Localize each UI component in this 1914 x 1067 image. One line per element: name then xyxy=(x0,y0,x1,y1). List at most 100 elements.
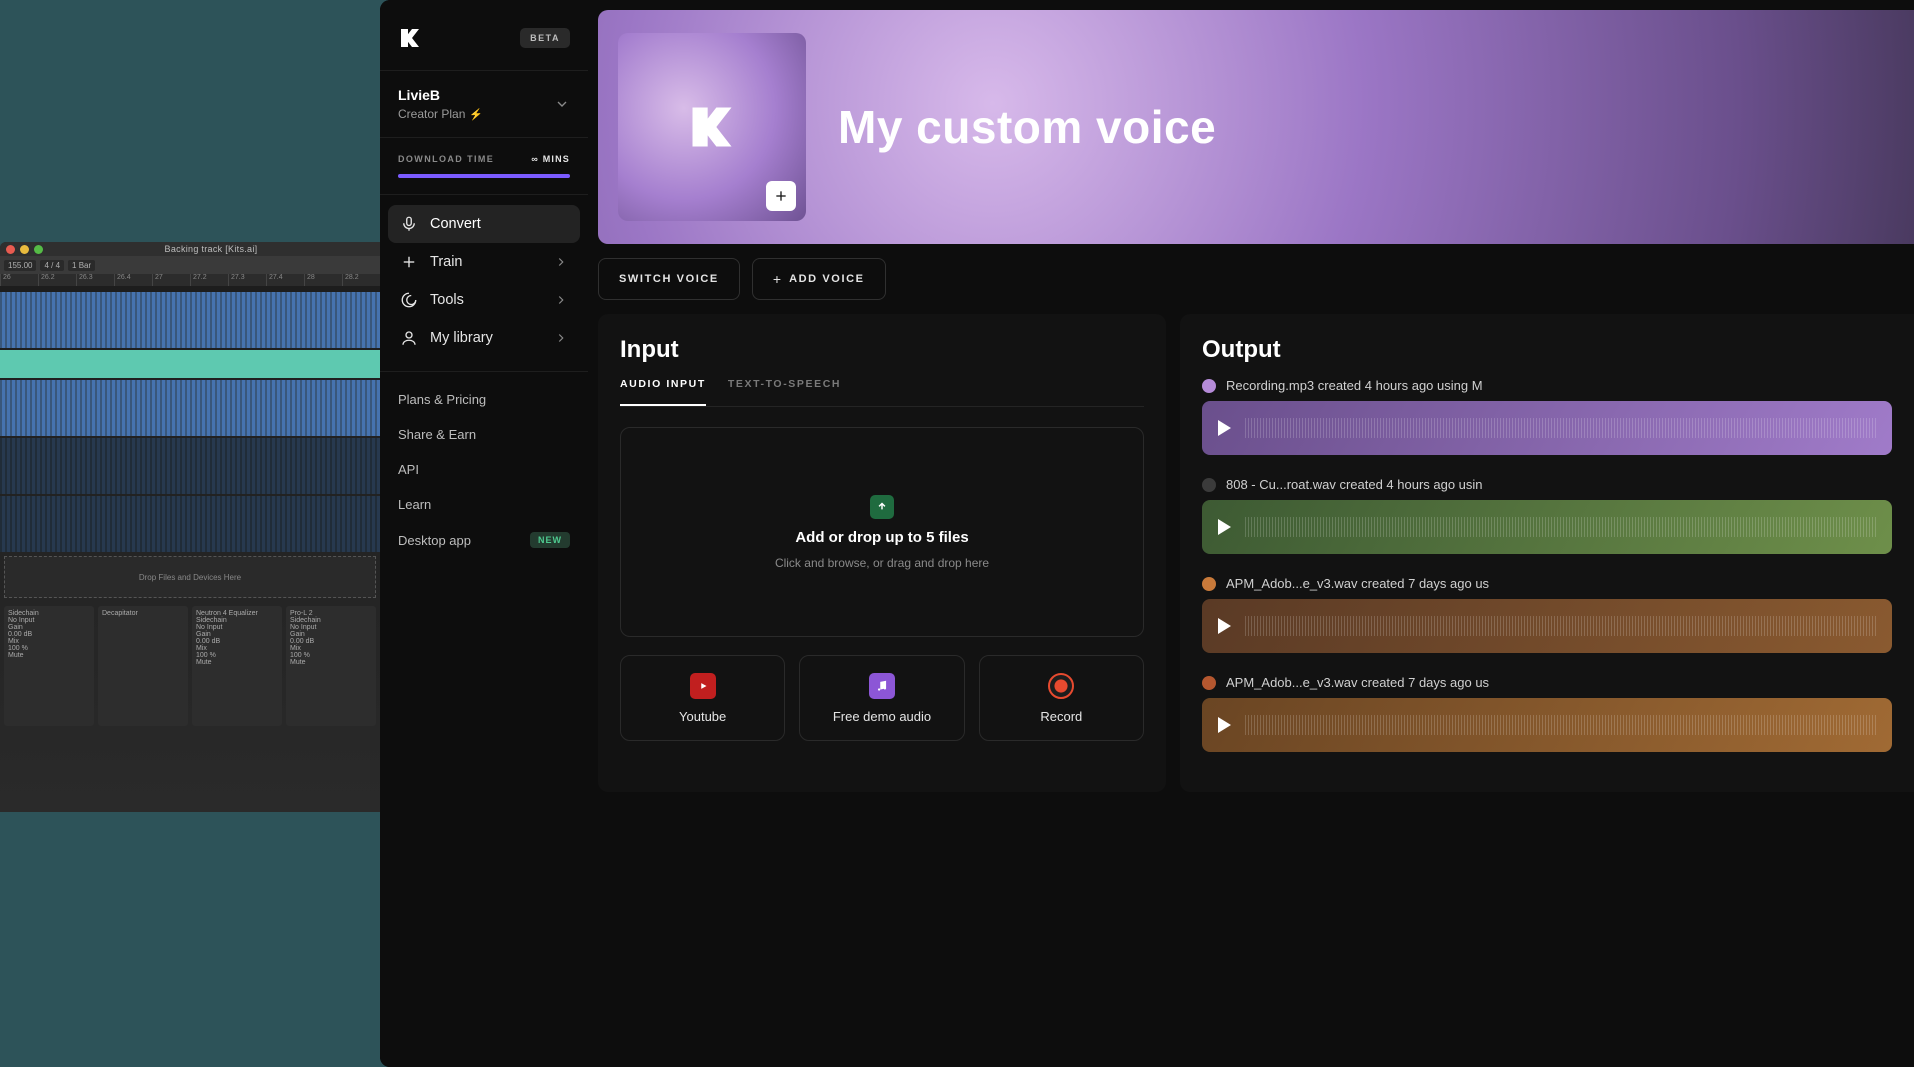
source-row: Youtube Free demo audio Record xyxy=(620,655,1144,741)
output-item-header: Recording.mp3 created 4 hours ago using … xyxy=(1202,378,1892,393)
output-panel: Output Recording.mp3 created 4 hours ago… xyxy=(1180,314,1914,792)
link-api[interactable]: API xyxy=(398,452,570,487)
source-label: Youtube xyxy=(679,709,726,724)
daw-tempo: 155.00 xyxy=(4,260,36,271)
nav-label: Convert xyxy=(430,216,481,232)
spiral-icon xyxy=(400,291,418,309)
voice-color-dot-icon xyxy=(1202,676,1216,690)
tab-text-to-speech[interactable]: TEXT-TO-SPEECH xyxy=(728,378,841,406)
add-voice-button[interactable]: + ADD VOICE xyxy=(752,258,886,300)
sidebar-header: BETA xyxy=(380,0,588,70)
nav-label: Tools xyxy=(430,292,464,308)
link-label: Learn xyxy=(398,497,431,512)
voice-logo-icon xyxy=(686,101,738,153)
source-youtube-button[interactable]: Youtube xyxy=(620,655,785,741)
user-switcher[interactable]: LivieB Creator Plan ⚡ xyxy=(398,87,570,121)
output-item-header: APM_Adob...e_v3.wav created 7 days ago u… xyxy=(1202,576,1892,591)
daw-track xyxy=(0,380,380,436)
file-dropzone[interactable]: Add or drop up to 5 files Click and brow… xyxy=(620,427,1144,637)
nav-item-train[interactable]: Train xyxy=(388,243,580,281)
daw-fx: SidechainNo InputGain0.00 dBMix100 %Mute xyxy=(4,606,94,726)
bolt-icon: ⚡ xyxy=(469,108,483,121)
source-demo-button[interactable]: Free demo audio xyxy=(799,655,964,741)
source-record-button[interactable]: Record xyxy=(979,655,1144,741)
voice-color-dot-icon xyxy=(1202,379,1216,393)
switch-voice-button[interactable]: SWITCH VOICE xyxy=(598,258,740,300)
plus-icon xyxy=(400,253,418,271)
voice-banner: My custom voice xyxy=(598,10,1914,244)
user-plan: Creator Plan ⚡ xyxy=(398,107,483,121)
output-item-text: APM_Adob...e_v3.wav created 7 days ago u… xyxy=(1226,675,1489,690)
link-label: Desktop app xyxy=(398,533,471,548)
daw-track xyxy=(0,350,380,378)
play-button[interactable] xyxy=(1218,717,1231,733)
daw-track xyxy=(0,438,380,494)
output-waveform xyxy=(1202,401,1892,455)
record-icon xyxy=(1048,673,1074,699)
daw-timesig: 4 / 4 xyxy=(40,260,64,271)
beta-badge: BETA xyxy=(520,28,570,48)
app-logo-icon xyxy=(398,26,422,50)
nav-item-my-library[interactable]: My library xyxy=(388,319,580,357)
traffic-max-icon xyxy=(34,245,43,254)
output-heading: Output xyxy=(1202,336,1892,364)
plus-icon: + xyxy=(773,271,781,287)
youtube-icon xyxy=(690,673,716,699)
output-item-text: APM_Adob...e_v3.wav created 7 days ago u… xyxy=(1226,576,1489,591)
output-item: Recording.mp3 created 4 hours ago using … xyxy=(1202,378,1892,455)
play-button[interactable] xyxy=(1218,519,1231,535)
link-desktop-app[interactable]: Desktop appNEW xyxy=(398,522,570,558)
sidebar: BETA LivieB Creator Plan ⚡ DOWNLOAD TIME xyxy=(380,0,588,1067)
voice-title: My custom voice xyxy=(838,100,1216,154)
daw-titlebar: Backing track [Kits.ai] xyxy=(0,242,380,256)
chevron-right-icon xyxy=(554,293,568,307)
nav-item-tools[interactable]: Tools xyxy=(388,281,580,319)
user-section: LivieB Creator Plan ⚡ xyxy=(380,70,588,137)
output-item-text: 808 - Cu...roat.wav created 4 hours ago … xyxy=(1226,477,1483,492)
daw-tracks: Drop Files and Devices Here xyxy=(0,286,380,598)
upload-icon xyxy=(870,495,894,519)
voice-actions: SWITCH VOICE + ADD VOICE xyxy=(598,244,1914,314)
output-waveform xyxy=(1202,500,1892,554)
output-item: 808 - Cu...roat.wav created 4 hours ago … xyxy=(1202,477,1892,554)
link-share-earn[interactable]: Share & Earn xyxy=(398,417,570,452)
output-waveform xyxy=(1202,599,1892,653)
download-value: ∞ MINS xyxy=(531,154,570,164)
input-tabs: AUDIO INPUT TEXT-TO-SPEECH xyxy=(620,378,1144,407)
user-name: LivieB xyxy=(398,87,483,103)
app-window: BETA LivieB Creator Plan ⚡ DOWNLOAD TIME xyxy=(380,0,1914,1067)
source-label: Record xyxy=(1040,709,1082,724)
output-item-header: APM_Adob...e_v3.wav created 7 days ago u… xyxy=(1202,675,1892,690)
add-thumbnail-button[interactable] xyxy=(766,181,796,211)
traffic-close-icon xyxy=(6,245,15,254)
panels-row: Input AUDIO INPUTTEXT-TO-SPEECH Add or d… xyxy=(598,314,1914,792)
daw-fx: Neutron 4 EqualizerSidechainNo InputGain… xyxy=(192,606,282,726)
input-panel: Input AUDIO INPUTTEXT-TO-SPEECH Add or d… xyxy=(598,314,1166,792)
demo-icon xyxy=(869,673,895,699)
daw-dropzone: Drop Files and Devices Here xyxy=(4,556,376,598)
source-label: Free demo audio xyxy=(833,709,931,724)
voice-color-dot-icon xyxy=(1202,478,1216,492)
nav-item-convert[interactable]: Convert xyxy=(388,205,580,243)
mic-icon xyxy=(400,215,418,233)
chevron-right-icon xyxy=(554,331,568,345)
output-waveform xyxy=(1202,698,1892,752)
chevron-right-icon xyxy=(554,255,568,269)
voice-thumbnail xyxy=(618,33,806,221)
nav-label: My library xyxy=(430,330,493,346)
link-label: Plans & Pricing xyxy=(398,392,486,407)
play-button[interactable] xyxy=(1218,618,1231,634)
link-label: API xyxy=(398,462,419,477)
daw-fx-row: SidechainNo InputGain0.00 dBMix100 %Mute… xyxy=(0,602,380,730)
output-item-header: 808 - Cu...roat.wav created 4 hours ago … xyxy=(1202,477,1892,492)
primary-nav: Convert Train Tools My library xyxy=(380,194,588,371)
link-learn[interactable]: Learn xyxy=(398,487,570,522)
chevron-down-icon xyxy=(554,96,570,112)
link-label: Share & Earn xyxy=(398,427,476,442)
tab-audio-input[interactable]: AUDIO INPUT xyxy=(620,378,706,406)
output-item-text: Recording.mp3 created 4 hours ago using … xyxy=(1226,378,1483,393)
daw-background: Backing track [Kits.ai] 155.00 4 / 4 1 B… xyxy=(0,242,380,812)
play-button[interactable] xyxy=(1218,420,1231,436)
download-section: DOWNLOAD TIME ∞ MINS xyxy=(380,137,588,194)
link-plans-pricing[interactable]: Plans & Pricing xyxy=(398,382,570,417)
